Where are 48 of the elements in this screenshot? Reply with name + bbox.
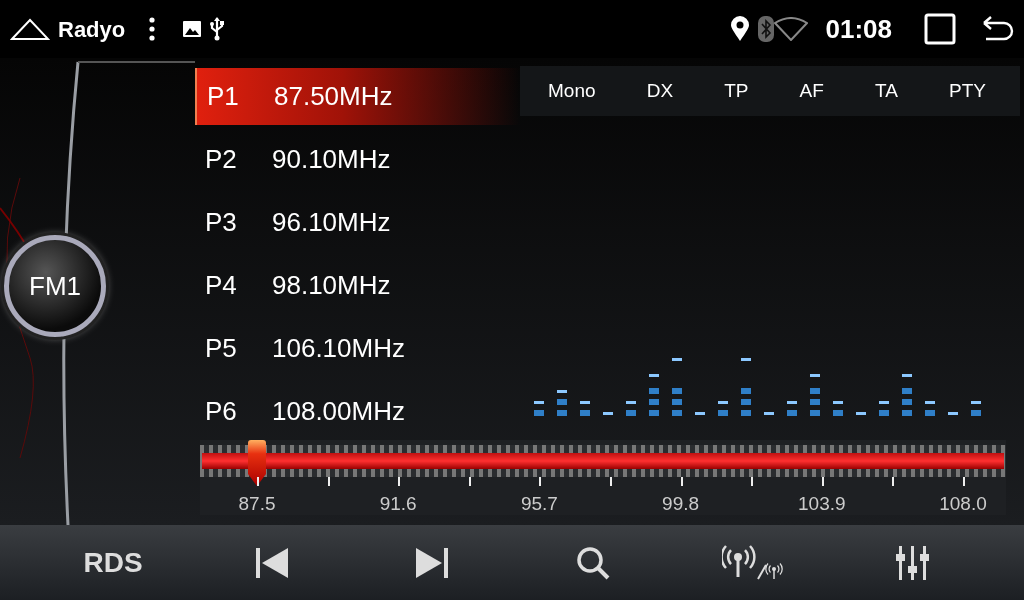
preset-frequency: 106.10MHz [272,332,405,365]
preset-number: P5 [205,332,238,365]
rds-flag-label: Mono [548,78,596,103]
rds-flag-label: TP [724,78,749,103]
scale-label: 108.0 [939,492,987,516]
clock: 01:08 [825,12,892,46]
band-button[interactable]: FM1 [4,235,106,337]
wifi-icon [773,17,808,41]
preset-item[interactable]: P2 90.10MHz [195,131,520,188]
preset-frequency: 98.10MHz [272,269,391,302]
antenna-icon [722,544,784,581]
search-icon [576,545,610,580]
bluetooth-icon [757,16,774,42]
scale-label: 87.5 [238,492,276,516]
preset-item[interactable]: P4 98.10MHz [195,257,520,314]
preset-frequency: 90.10MHz [272,143,391,176]
preset-item[interactable]: P6 108.00MHz [195,383,520,440]
app-title: Radyo [58,15,126,44]
back-icon[interactable] [982,16,1014,42]
next-icon [416,545,450,580]
rds-flag-label: DX [646,78,674,103]
rds-flag-label: AF [799,78,824,103]
preset-frequency: 108.00MHz [272,395,405,428]
preset-number: P1 [207,80,240,113]
more-options-icon[interactable] [149,17,156,41]
preset-item[interactable]: P5 106.10MHz [195,320,520,377]
preset-number: P3 [205,206,238,239]
location-pin-icon [730,16,749,42]
rds-button[interactable]: RDS [33,525,193,600]
preset-number: P2 [205,143,238,176]
preset-number: P6 [205,395,238,428]
scale-label: 95.7 [520,492,558,516]
rds-flag-label: PTY [949,78,986,103]
scale-label: 91.6 [379,492,417,516]
recent-apps-icon[interactable] [924,13,956,45]
usb-icon [209,17,226,41]
preset-item[interactable]: P3 96.10MHz [195,194,520,251]
home-icon[interactable] [10,17,50,41]
preset-frequency: 87.50MHz [274,80,393,113]
tuning-thumb[interactable] [247,440,268,486]
equalizer-icon [896,545,930,580]
preset-frequency: 96.10MHz [272,206,391,239]
image-icon [183,21,202,37]
previous-icon [256,545,290,580]
preset-number: P4 [205,269,238,302]
scale-label: 99.8 [662,492,700,516]
scale-label: 103.9 [798,492,846,516]
rds-flag-label: TA [875,78,898,103]
